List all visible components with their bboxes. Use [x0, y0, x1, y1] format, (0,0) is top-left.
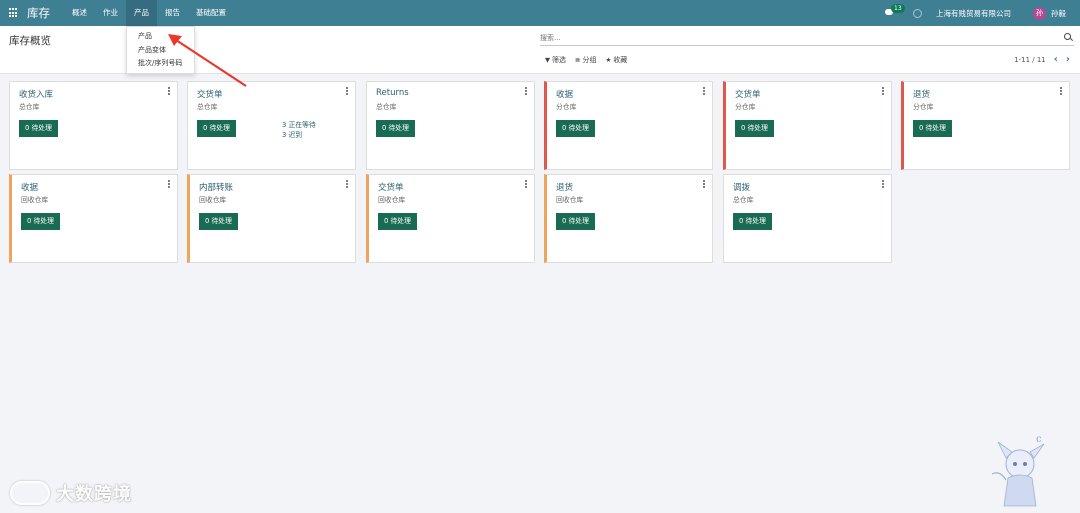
star-icon: ★ [605, 56, 612, 64]
page-title: 库存概览 [9, 35, 51, 47]
search-icon[interactable] [1064, 33, 1071, 40]
to-process-button[interactable]: 0 待处理 [376, 120, 415, 137]
svg-text:c: c [1036, 434, 1042, 445]
operation-card[interactable]: Returns 总仓库 0 待处理 [366, 81, 535, 170]
card-warehouse: 总仓库 [197, 103, 218, 111]
operation-card[interactable]: 交货单 总仓库 0 待处理 3 正在等待 3 迟到 [187, 81, 356, 170]
kebab-menu-icon[interactable] [525, 180, 527, 188]
to-process-button[interactable]: 0 待处理 [913, 120, 952, 137]
operation-card[interactable]: 收货入库 总仓库 0 待处理 [9, 81, 178, 170]
watermark-glyph-icon [10, 481, 50, 505]
chevron-right-icon[interactable]: › [1066, 54, 1070, 65]
kebab-menu-icon[interactable] [346, 87, 348, 95]
search-bar [540, 31, 1074, 46]
card-warehouse: 分仓库 [913, 103, 934, 111]
operation-card[interactable]: 调拨 总仓库 0 待处理 [723, 174, 892, 263]
kebab-menu-icon[interactable] [525, 87, 527, 95]
operation-card[interactable]: 内部转账 回收仓库 0 待处理 [187, 174, 356, 263]
chat-count-badge: 13 [891, 4, 905, 13]
list-icon: ≣ [575, 56, 581, 64]
card-title[interactable]: 交货单 [735, 88, 761, 100]
favorites-label: 收藏 [613, 56, 628, 64]
card-warehouse: 总仓库 [733, 196, 754, 204]
card-warehouse: 回收仓库 [556, 196, 584, 204]
operation-card[interactable]: 收据 分仓库 0 待处理 [544, 81, 713, 170]
kebab-menu-icon[interactable] [882, 87, 884, 95]
card-title[interactable]: Returns [376, 88, 409, 98]
kebab-menu-icon[interactable] [703, 87, 705, 95]
card-title[interactable]: 收据 [21, 181, 38, 193]
app-title[interactable]: 库存 [27, 5, 50, 21]
red-arrow-annotation [168, 34, 247, 87]
card-title[interactable]: 调拨 [733, 181, 750, 193]
to-process-button[interactable]: 0 待处理 [556, 213, 595, 230]
filter-label: 筛选 [552, 56, 566, 64]
company-switcher[interactable]: 上海有贱贸易有限公司 [936, 8, 1011, 19]
kebab-menu-icon[interactable] [346, 180, 348, 188]
card-warehouse: 分仓库 [556, 103, 577, 111]
to-process-button[interactable]: 0 待处理 [735, 120, 774, 137]
card-title[interactable]: 退货 [556, 181, 573, 193]
watermark-logo: 大数跨境 [10, 480, 132, 506]
filter-button[interactable]: ▼ 筛选 [545, 55, 566, 65]
to-process-button[interactable]: 0 待处理 [556, 120, 595, 137]
card-title[interactable]: 收货入库 [19, 88, 53, 100]
search-options: ▼ 筛选 ≣ 分组 ★ 收藏 [545, 55, 636, 65]
favorites-button[interactable]: ★ 收藏 [605, 55, 627, 65]
menu-configuration[interactable]: 基础配置 [188, 0, 234, 26]
apps-menu-icon[interactable] [9, 8, 19, 18]
filter-icon: ▼ [545, 56, 550, 64]
waiting-link[interactable]: 3 正在等待 [282, 120, 316, 130]
group-by-label: 分组 [582, 56, 597, 64]
activity-clock-icon[interactable] [913, 8, 922, 18]
kebab-menu-icon[interactable] [882, 180, 884, 188]
operation-card[interactable]: 交货单 回收仓库 0 待处理 [366, 174, 535, 263]
to-process-button[interactable]: 0 待处理 [378, 213, 417, 230]
card-title[interactable]: 收据 [556, 88, 573, 100]
user-avatar[interactable]: 孙 [1033, 6, 1046, 20]
kebab-menu-icon[interactable] [168, 180, 170, 188]
card-title[interactable]: 退货 [913, 88, 930, 100]
to-process-button[interactable]: 0 待处理 [19, 120, 58, 137]
menu-products[interactable]: 产品 [126, 0, 157, 26]
card-title[interactable]: 内部转账 [199, 181, 233, 193]
to-process-button[interactable]: 0 待处理 [21, 213, 60, 230]
chat-icon[interactable]: 13 [885, 4, 905, 17]
card-title[interactable]: 交货单 [378, 181, 404, 193]
menu-overview[interactable]: 概述 [64, 0, 95, 26]
to-process-button[interactable]: 0 待处理 [733, 213, 772, 230]
menu-reporting[interactable]: 报告 [157, 0, 188, 26]
pager-value[interactable]: 1-11 / 11 [1014, 56, 1046, 64]
card-warehouse: 回收仓库 [199, 196, 227, 204]
operation-card[interactable]: 交货单 分仓库 0 待处理 [723, 81, 892, 170]
card-stats: 3 正在等待 3 迟到 [282, 120, 316, 140]
user-name[interactable]: 孙毅 [1051, 8, 1066, 19]
late-link[interactable]: 3 迟到 [282, 130, 316, 140]
card-warehouse: 总仓库 [376, 103, 397, 111]
kebab-menu-icon[interactable] [1060, 87, 1062, 95]
operation-card[interactable]: 退货 回收仓库 0 待处理 [544, 174, 713, 263]
card-warehouse: 回收仓库 [378, 196, 406, 204]
to-process-button[interactable]: 0 待处理 [197, 120, 236, 137]
search-input[interactable] [540, 31, 1040, 45]
operation-card[interactable]: 收据 回收仓库 0 待处理 [9, 174, 178, 263]
chevron-left-icon[interactable]: ‹ [1054, 54, 1058, 65]
operation-card[interactable]: 退货 分仓库 0 待处理 [901, 81, 1070, 170]
watermark-text: 大数跨境 [56, 484, 132, 505]
menu-operations[interactable]: 作业 [95, 0, 126, 26]
card-warehouse: 回收仓库 [21, 196, 49, 204]
top-navbar: 库存 概述 作业 产品 报告 基础配置 13 上海有贱贸易有限公司 孙 孙毅 [0, 0, 1080, 26]
kebab-menu-icon[interactable] [703, 180, 705, 188]
card-warehouse: 总仓库 [19, 103, 40, 111]
to-process-button[interactable]: 0 待处理 [199, 213, 238, 230]
pager: 1-11 / 11 ‹ › [1014, 54, 1070, 65]
card-warehouse: 分仓库 [735, 103, 756, 111]
mascot-illustration: c [991, 434, 1045, 507]
group-by-button[interactable]: ≣ 分组 [575, 55, 596, 65]
